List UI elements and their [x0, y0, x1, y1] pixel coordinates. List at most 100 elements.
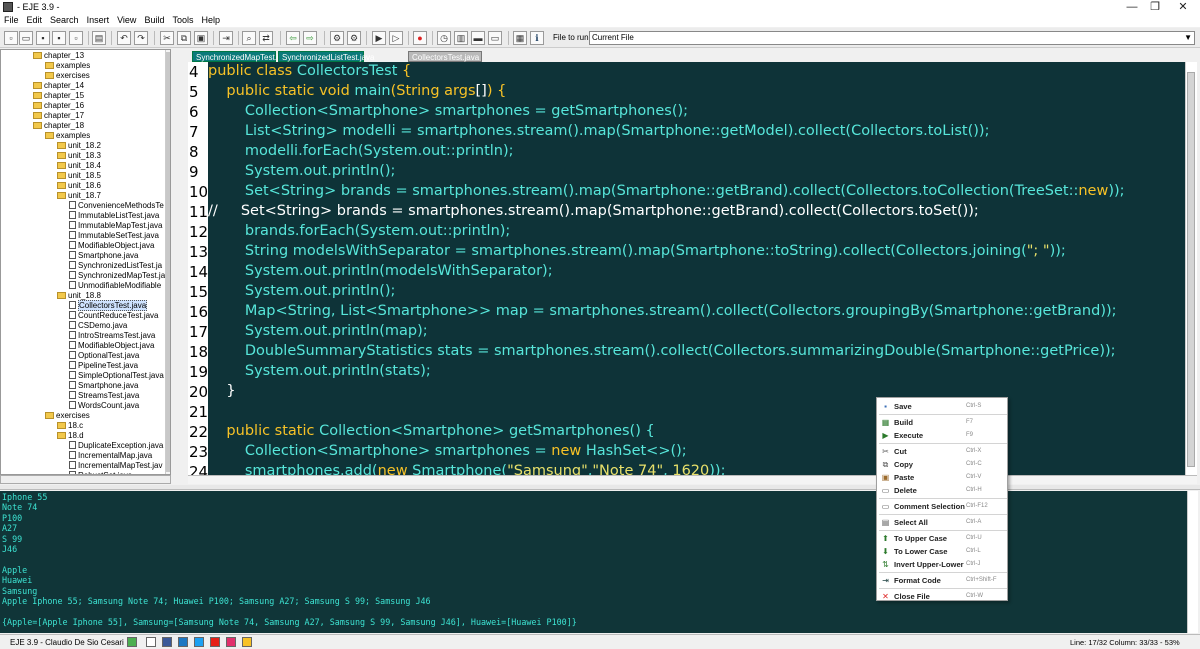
menu-search[interactable]: Search — [50, 14, 79, 27]
context-menu-item[interactable]: ⬇ To Lower Case Ctrl-L — [877, 545, 1007, 558]
tree-scroll-thumb[interactable] — [166, 52, 170, 472]
tree-item[interactable]: PipelineTest.java — [69, 361, 138, 371]
context-menu-item[interactable]: ⧉ Copy Ctrl-C — [877, 458, 1007, 471]
tree-item[interactable]: UnmodifiableModifiable — [69, 281, 161, 291]
clock-icon[interactable]: ◷ — [437, 31, 451, 45]
tree-horizontal-scrollbar[interactable] — [0, 475, 171, 484]
context-menu-item[interactable]: ⬆ To Upper Case Ctrl-U — [877, 532, 1007, 545]
tree-item[interactable]: CollectorsTest.java — [69, 300, 148, 311]
menu-view[interactable]: View — [117, 14, 136, 27]
tree-item[interactable]: 18.d — [57, 431, 84, 441]
tree-item[interactable]: SynchronizedMapTest.ja — [69, 271, 165, 281]
context-menu-item[interactable]: ✂ Cut Ctrl-X — [877, 445, 1007, 458]
cut-icon[interactable]: ✂ — [160, 31, 174, 45]
context-menu-item[interactable]: ✕ Close File Ctrl-W — [877, 590, 1007, 603]
instagram-icon[interactable] — [226, 637, 236, 647]
tree-item[interactable]: examples — [45, 131, 90, 141]
book-icon[interactable] — [146, 637, 156, 647]
tree-item[interactable]: chapter_16 — [33, 101, 84, 111]
editor-scroll-thumb[interactable] — [1187, 72, 1195, 467]
tree-item[interactable]: unit_18.5 — [57, 171, 101, 181]
copy-icon[interactable]: ⧉ — [177, 31, 191, 45]
project-tree[interactable]: chapter_13 examples exercises chapter_14 cha… — [0, 49, 171, 475]
info-icon[interactable]: ℹ — [530, 31, 544, 45]
close-button[interactable]: ✕ — [1166, 0, 1200, 14]
context-menu-item[interactable]: ▦ Build F7 — [877, 416, 1007, 429]
context-menu-item[interactable]: ▭ Comment Selection Ctrl-F12 — [877, 500, 1007, 513]
tree-item[interactable]: unit_18.3 — [57, 151, 101, 161]
tab-synchronized-map-test[interactable]: SynchronizedMapTest.java — [192, 51, 292, 62]
tree-item[interactable]: ModifiableObject.java — [69, 341, 154, 351]
forward-icon[interactable]: ⇨ — [303, 31, 317, 45]
undo-icon[interactable]: ↶ — [117, 31, 131, 45]
context-menu-item[interactable]: ▣ Paste Ctrl-V — [877, 471, 1007, 484]
youtube-icon[interactable] — [210, 637, 220, 647]
tree-item[interactable]: CountReduceTest.java — [69, 311, 159, 321]
new-file-icon[interactable]: ▫ — [4, 31, 18, 45]
stop-icon[interactable]: ● — [413, 31, 427, 45]
tree-item[interactable]: 18.c — [57, 421, 83, 431]
context-menu-item[interactable]: ▶ Execute F9 — [877, 429, 1007, 442]
paste-icon[interactable]: ▣ — [194, 31, 208, 45]
save-all-icon[interactable]: ▪ — [52, 31, 66, 45]
editor-horizontal-scrollbar[interactable] — [188, 475, 1197, 484]
tree-item[interactable]: ImmutableListTest.java — [69, 211, 159, 221]
print-icon[interactable]: ▤ — [92, 31, 106, 45]
tree-item[interactable]: Smartphone.java — [69, 381, 138, 391]
grid-status-icon[interactable] — [127, 637, 137, 647]
menu-insert[interactable]: Insert — [87, 14, 110, 27]
tree-item[interactable]: exercises — [45, 411, 90, 421]
tree-item[interactable]: SynchronizedListTest.ja — [69, 261, 162, 271]
context-menu-item[interactable]: ▤ Select All Ctrl-A — [877, 516, 1007, 529]
window-icon[interactable]: ▭ — [488, 31, 502, 45]
tree-item[interactable]: chapter_13 — [33, 51, 84, 61]
twitter-icon[interactable] — [194, 637, 204, 647]
menu-file[interactable]: File — [4, 14, 19, 27]
back-icon[interactable]: ⇦ — [286, 31, 300, 45]
menu-tools[interactable]: Tools — [172, 14, 193, 27]
tree-item[interactable]: unit_18.6 — [57, 181, 101, 191]
tree-item[interactable]: ConvenienceMethodsTe — [69, 201, 164, 211]
menu-edit[interactable]: Edit — [27, 14, 43, 27]
java-icon[interactable] — [242, 637, 252, 647]
output-console[interactable]: Iphone 55 Note 74 P100 A27 S 99 J46 Apple Huawe… — [0, 491, 1197, 633]
tree-item[interactable]: OptionalTest.java — [69, 351, 139, 361]
run-icon[interactable]: ▷ — [389, 31, 403, 45]
tree-item[interactable]: chapter_15 — [33, 91, 84, 101]
tree-item[interactable]: SimpleOptionalTest.java — [69, 371, 164, 381]
tree-item[interactable]: IntroStreamsTest.java — [69, 331, 155, 341]
blog-icon[interactable] — [178, 637, 188, 647]
panel-splitter[interactable] — [0, 485, 1200, 490]
execute-icon[interactable]: ▶ — [372, 31, 386, 45]
context-menu-item[interactable]: ⇥ Format Code Ctrl+Shift-F — [877, 574, 1007, 587]
tree-item[interactable]: unit_18.2 — [57, 141, 101, 151]
tree-item[interactable]: exercises — [45, 71, 90, 81]
settings-icon[interactable]: ⚙ — [347, 31, 361, 45]
tree-item[interactable]: Smartphone.java — [69, 251, 138, 261]
context-menu-item[interactable]: ▪ Save Ctrl-S — [877, 400, 1007, 413]
console-icon[interactable]: ▬ — [471, 31, 485, 45]
close-file-icon[interactable]: ▫ — [69, 31, 83, 45]
tree-item[interactable]: ModifiableObject.java — [69, 241, 154, 251]
tree-item[interactable]: ImmutableSetTest.java — [69, 231, 159, 241]
tree-item[interactable]: IncrementalMap.java — [69, 451, 152, 461]
facebook-icon[interactable] — [162, 637, 172, 647]
format-icon[interactable]: ⇥ — [219, 31, 233, 45]
context-menu-item[interactable]: ⇅ Invert Upper-Lower Ctrl-J — [877, 558, 1007, 571]
tree-item[interactable]: StreamsTest.java — [69, 391, 139, 401]
tree-item[interactable]: unit_18.7 — [57, 191, 101, 201]
tree-item[interactable]: unit_18.4 — [57, 161, 101, 171]
tree-item[interactable]: chapter_17 — [33, 111, 84, 121]
tree-item[interactable]: WordsCount.java — [69, 401, 139, 411]
console-vertical-scrollbar[interactable] — [1187, 491, 1198, 633]
tab-synchronized-list-test[interactable]: SynchronizedListTest.java — [278, 51, 375, 62]
redo-icon[interactable]: ↷ — [134, 31, 148, 45]
tree-item[interactable]: DuplicateException.java — [69, 441, 163, 451]
context-menu-item[interactable]: ▭ Delete Ctrl-H — [877, 484, 1007, 497]
tree-item[interactable]: IncrementalMapTest.jav — [69, 461, 162, 471]
tree-item[interactable]: CSDemo.java — [69, 321, 127, 331]
save-icon[interactable]: ▪ — [36, 31, 50, 45]
tree-item[interactable]: examples — [45, 61, 90, 71]
open-file-icon[interactable]: ▭ — [19, 31, 33, 45]
code-editor[interactable]: 4 5 6 7 8 9 10 11 12 13 14 15 16 17 18 19 20 21 22 23 24 pub… — [188, 62, 1197, 484]
